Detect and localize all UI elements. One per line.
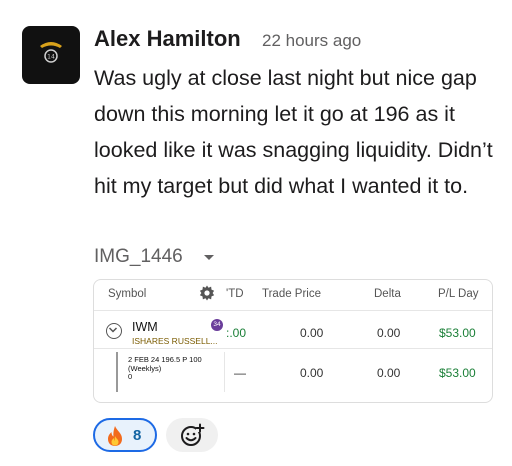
option-description: 2 FEB 24 196.5 P 100 (Weeklys) 0 — [128, 355, 202, 381]
position-description: ISHARES RUSSELL... — [132, 336, 218, 346]
position-badge: 34 — [211, 319, 223, 331]
option-pl-day: $53.00 — [439, 366, 476, 380]
option-ytd: — — [234, 366, 246, 380]
position-ytd: :.00 — [226, 326, 247, 340]
col-header-pl-day: P/L Day — [438, 288, 479, 300]
option-trade-price: 0.00 — [300, 366, 324, 380]
col-header-symbol: Symbol — [108, 288, 147, 300]
avatar[interactable]: 14 — [22, 26, 80, 84]
author-name[interactable]: Alex Hamilton — [94, 26, 241, 52]
position-pl-day: $53.00 — [439, 326, 476, 340]
divider — [224, 352, 225, 392]
chevron-down-icon[interactable] — [201, 249, 217, 265]
option-delta: 0.00 — [377, 366, 401, 380]
position-delta: 0.00 — [377, 326, 401, 340]
position-trade-price: 0.00 — [300, 326, 324, 340]
attachment-image[interactable]: Symbol 'TD Trade Price Delta P/L Day IWM… — [93, 279, 493, 403]
add-reaction-button[interactable] — [166, 418, 218, 452]
chevron-down-icon — [106, 323, 122, 339]
col-header-ytd: 'TD — [226, 288, 244, 300]
svg-text:14: 14 — [47, 54, 55, 61]
reaction-fire[interactable]: 8 — [93, 418, 157, 452]
position-symbol: IWM — [132, 320, 158, 334]
divider — [94, 348, 492, 349]
message-timestamp[interactable]: 22 hours ago — [262, 31, 361, 51]
message-text: Was ugly at close last night but nice ga… — [94, 66, 493, 198]
divider — [94, 310, 492, 311]
col-header-delta: Delta — [374, 288, 401, 300]
gear-icon — [199, 285, 215, 301]
fire-icon — [108, 426, 122, 446]
attachment-filename[interactable]: IMG_1446 — [94, 246, 183, 268]
reaction-count: 8 — [133, 427, 142, 444]
option-indent-bar — [116, 352, 118, 392]
col-header-trade-price: Trade Price — [262, 288, 322, 300]
add-emoji-icon — [181, 423, 205, 446]
